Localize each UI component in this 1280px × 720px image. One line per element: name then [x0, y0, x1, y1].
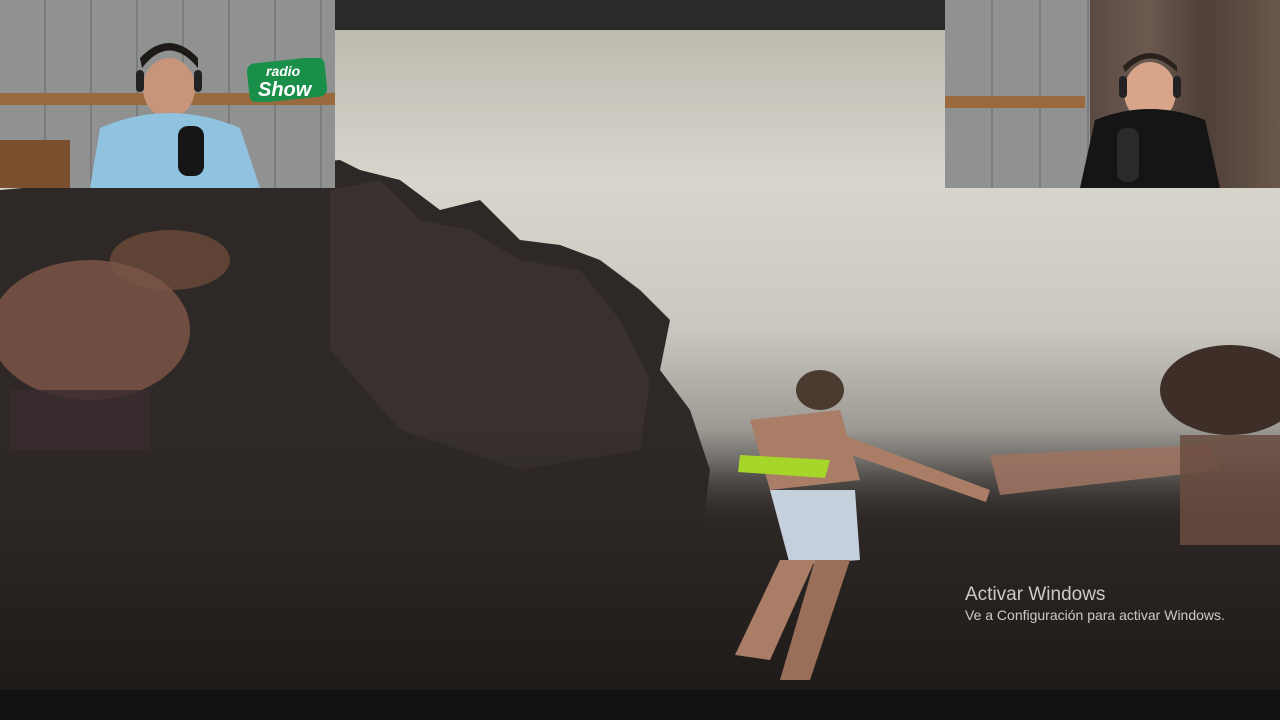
desk-corner [0, 140, 70, 188]
windows-activation-watermark: Activar Windows Ve a Configuración para … [965, 584, 1245, 624]
blurred-person-left [0, 230, 230, 450]
watermark-subtitle: Ve a Configuración para activar Windows. [965, 607, 1225, 623]
logo-line1: radio [266, 63, 301, 79]
watermark-title: Activar Windows [965, 584, 1106, 605]
letterbox-top [335, 0, 945, 30]
logo-line2: Show [258, 79, 313, 101]
letterbox-bottom [0, 690, 1280, 720]
blurred-person-right [990, 345, 1280, 545]
webcam-right [945, 0, 1280, 188]
webcam-left: radio Show [0, 0, 335, 188]
host-right [1080, 53, 1220, 188]
radio-show-logo: radio Show [246, 58, 328, 102]
host-left [90, 43, 260, 188]
